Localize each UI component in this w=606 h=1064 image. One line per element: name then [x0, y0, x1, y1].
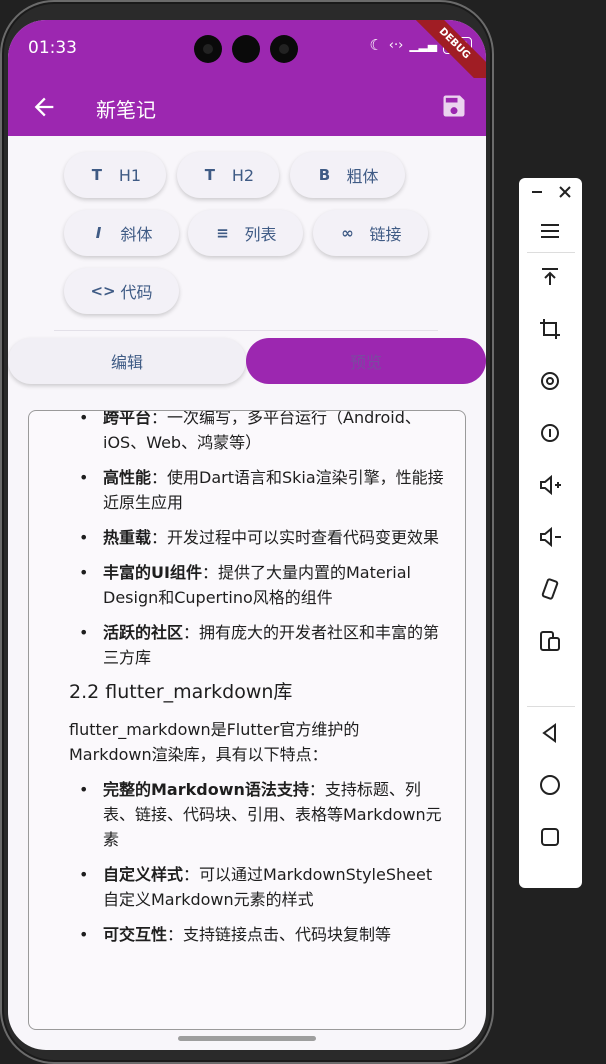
chip-label: 斜体: [120, 225, 153, 244]
preview-content: 跨平台：一次编写，多平台运行（Android、iOS、Web、鸿蒙等） 高性能：…: [29, 410, 465, 957]
divider: [527, 252, 575, 253]
list-button[interactable]: ≡ 列表: [188, 210, 303, 256]
moon-icon: ☾: [369, 36, 383, 54]
bold-icon: B: [318, 166, 331, 184]
list-item: 自定义样式：可以通过MarkdownStyleSheet自定义Markdown元…: [29, 862, 465, 912]
h2-button[interactable]: T H2: [177, 152, 279, 198]
nav-overview-icon[interactable]: [535, 822, 565, 852]
chip-label: H2: [231, 165, 255, 185]
paragraph: flutter_markdown是Flutter官方维护的Markdown渲染库…: [69, 720, 360, 764]
crop-icon[interactable]: [535, 314, 565, 344]
item-bold: 热重载: [103, 528, 152, 547]
status-time: 01:33: [28, 38, 77, 58]
bold-button[interactable]: B 粗体: [290, 152, 405, 198]
phone-frame: 01:33 ☾ ‹·› ▁▂▄ 100 DEBUG 新笔记 T H1: [0, 0, 494, 1064]
item-bold: 活跃的社区: [103, 623, 184, 642]
volume-up-icon[interactable]: [535, 470, 565, 500]
item-bold: 完整的Markdown语法支持: [103, 780, 309, 799]
item-text: ：支持链接点击、代码块复制等: [167, 925, 392, 944]
screenshot-icon[interactable]: [535, 418, 565, 448]
item-text: ：使用Dart语言和Skia渲染引擎，性能接近原生应用: [103, 468, 444, 512]
divider: [54, 330, 438, 331]
list-item: 活跃的社区：拥有庞大的开发者社区和丰富的第三方库: [29, 620, 465, 670]
chip-label: 粗体: [346, 167, 379, 186]
list-item: 丰富的UI组件：提供了大量内置的Material Design和Cupertin…: [29, 560, 465, 610]
page-title: 新笔记: [96, 98, 156, 122]
minimize-icon[interactable]: [527, 182, 547, 202]
list-item: 可交互性：支持链接点击、代码块复制等: [29, 922, 465, 947]
list-item: 跨平台：一次编写，多平台运行（Android、iOS、Web、鸿蒙等）: [29, 410, 465, 455]
home-indicator[interactable]: [178, 1036, 316, 1041]
volume-down-icon[interactable]: [535, 522, 565, 552]
chip-label: H1: [118, 165, 142, 185]
signal-icon: ▁▂▄: [409, 38, 437, 52]
menu-icon[interactable]: [535, 216, 565, 246]
chip-label: 链接: [369, 225, 402, 244]
rotate-device-icon[interactable]: [535, 574, 565, 604]
fold-icon[interactable]: [535, 626, 565, 656]
item-bold: 丰富的UI组件: [103, 563, 202, 582]
markdown-preview[interactable]: 跨平台：一次编写，多平台运行（Android、iOS、Web、鸿蒙等） 高性能：…: [28, 410, 466, 1030]
list-item: 热重载：开发过程中可以实时查看代码变更效果: [29, 525, 465, 550]
list-item: 完整的Markdown语法支持：支持标题、列表、链接、代码块、引用、表格等Mar…: [29, 777, 465, 852]
item-bold: 高性能: [103, 468, 152, 487]
divider: [527, 706, 575, 707]
pin-top-icon[interactable]: [535, 262, 565, 292]
back-arrow-icon[interactable]: [30, 93, 58, 121]
item-bold: 跨平台: [103, 410, 152, 427]
section-heading: 2.2 flutter_markdown库: [69, 681, 293, 703]
chip-label: 代码: [120, 283, 153, 302]
rotate-icon[interactable]: [535, 366, 565, 396]
status-bar: 01:33 ☾ ‹·› ▁▂▄ 100 DEBUG: [8, 20, 486, 94]
link-icon: ∞: [341, 224, 354, 242]
italic-button[interactable]: I 斜体: [64, 210, 179, 256]
camera-icon: [194, 35, 222, 63]
list-icon: ≡: [216, 224, 229, 242]
camera-icon: [270, 35, 298, 63]
app-screen: 01:33 ☾ ‹·› ▁▂▄ 100 DEBUG 新笔记 T H1: [8, 20, 486, 1050]
item-text: ：开发过程中可以实时查看代码变更效果: [151, 528, 440, 547]
item-bold: 可交互性: [103, 925, 168, 944]
code-icon: ‹·›: [388, 37, 404, 53]
italic-icon: I: [95, 224, 102, 242]
list-item: 高性能：使用Dart语言和Skia渲染引擎，性能接近原生应用: [29, 465, 465, 515]
emulator-side-panel: [519, 178, 582, 888]
text-icon: T: [91, 166, 102, 184]
tab-preview[interactable]: 预览: [246, 338, 486, 384]
link-button[interactable]: ∞ 链接: [313, 210, 428, 256]
close-icon[interactable]: [555, 182, 575, 202]
camera-icon: [232, 35, 260, 63]
tab-edit[interactable]: 编辑: [8, 338, 246, 384]
code-icon: <>: [90, 282, 116, 300]
h1-button[interactable]: T H1: [64, 152, 166, 198]
save-icon[interactable]: [440, 92, 468, 120]
code-button[interactable]: <> 代码: [64, 268, 179, 314]
app-bar: 新笔记: [8, 78, 486, 136]
nav-home-icon[interactable]: [535, 770, 565, 800]
text-icon: T: [204, 166, 215, 184]
nav-back-icon[interactable]: [535, 718, 565, 748]
item-bold: 自定义样式: [103, 865, 184, 884]
item-text: ：一次编写，多平台运行（Android、iOS、Web、鸿蒙等）: [103, 410, 421, 452]
chip-label: 列表: [244, 225, 277, 244]
